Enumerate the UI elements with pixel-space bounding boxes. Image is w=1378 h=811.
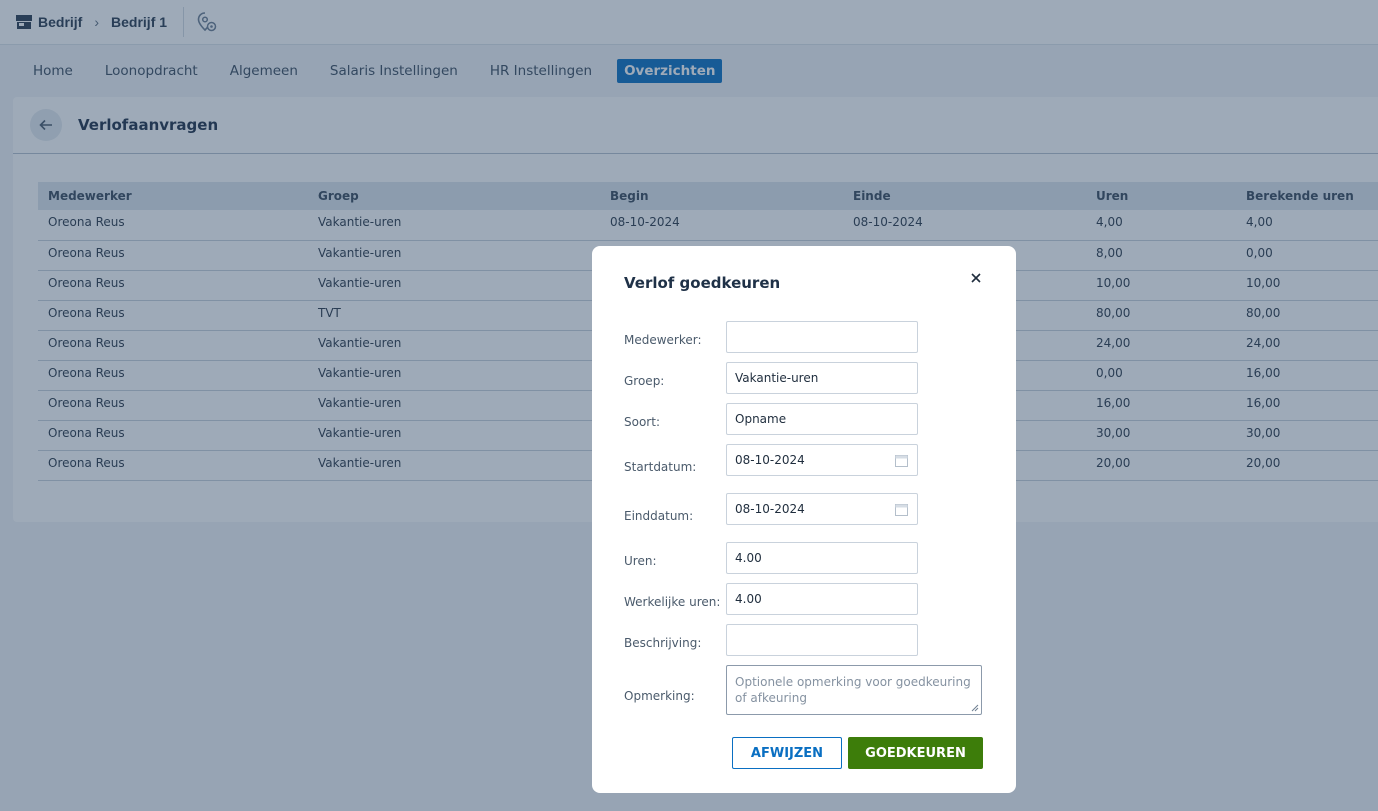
calendar-icon[interactable] <box>895 503 908 516</box>
resize-grip-icon[interactable] <box>971 704 979 712</box>
medewerker-label: Medewerker: <box>624 333 702 347</box>
groep-label: Groep: <box>624 374 665 388</box>
startdatum-label: Startdatum: <box>624 460 697 474</box>
einddatum-input[interactable]: 08-10-2024 <box>726 493 918 525</box>
app: Bedrijf › Bedrijf 1 Home Loonopdracht Al… <box>0 0 1378 811</box>
einddatum-label: Einddatum: <box>624 509 694 523</box>
reject-button[interactable]: AFWIJZEN <box>732 737 842 769</box>
einddatum-value: 08-10-2024 <box>735 502 805 516</box>
soort-input[interactable]: Opname <box>726 403 918 435</box>
soort-label: Soort: <box>624 415 660 429</box>
beschrijving-input[interactable] <box>726 624 918 656</box>
close-icon[interactable] <box>968 270 984 286</box>
startdatum-input[interactable]: 08-10-2024 <box>726 444 918 476</box>
opmerking-label: Opmerking: <box>624 689 695 703</box>
approve-leave-dialog: Verlof goedkeuren Medewerker: Groep: Vak… <box>592 246 1016 793</box>
medewerker-input[interactable] <box>726 321 918 353</box>
dialog-title: Verlof goedkeuren <box>624 274 781 292</box>
startdatum-value: 08-10-2024 <box>735 453 805 467</box>
opmerking-textarea[interactable]: Optionele opmerking voor goedkeuring of … <box>726 665 982 715</box>
approve-button[interactable]: GOEDKEUREN <box>848 737 983 769</box>
werkelijke-uren-label: Werkelijke uren: <box>624 595 721 609</box>
calendar-icon[interactable] <box>895 454 908 467</box>
groep-input[interactable]: Vakantie-uren <box>726 362 918 394</box>
beschrijving-label: Beschrijving: <box>624 636 702 650</box>
uren-label: Uren: <box>624 554 657 568</box>
uren-input[interactable]: 4.00 <box>726 542 918 574</box>
werkelijke-uren-input[interactable]: 4.00 <box>726 583 918 615</box>
opmerking-placeholder: Optionele opmerking voor goedkeuring of … <box>735 675 971 705</box>
